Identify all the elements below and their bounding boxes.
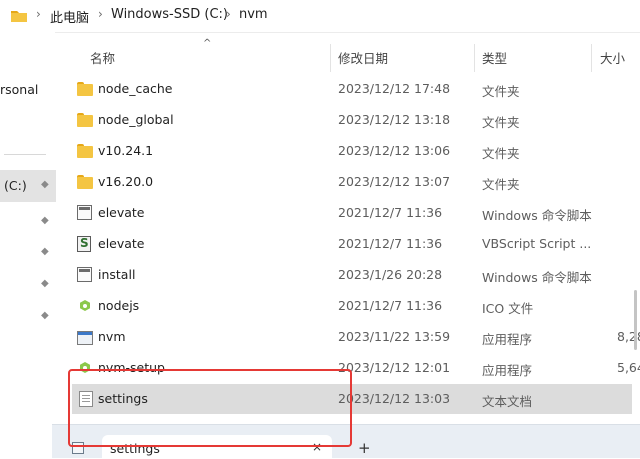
nav-item-drive-c[interactable]: (C:) ◆ xyxy=(0,170,56,202)
column-header-size[interactable]: 大小 xyxy=(600,48,625,67)
address-bar[interactable]: › 此电脑 › Windows-SSD (C:) › nvm xyxy=(0,0,640,33)
file-type: 应用程序 xyxy=(482,332,533,347)
sort-ascending-icon: ^ xyxy=(203,38,212,49)
vbscript-icon xyxy=(77,236,91,252)
column-header-type[interactable]: 类型 xyxy=(482,48,507,67)
chevron-right-icon: › xyxy=(36,7,41,21)
file-date: 2023/12/12 17:48 xyxy=(338,81,451,96)
file-type: 文件夹 xyxy=(482,115,520,130)
file-date: 2021/12/7 11:36 xyxy=(338,236,443,251)
breadcrumb-this-pc[interactable]: 此电脑 xyxy=(50,7,89,26)
file-type: 文件夹 xyxy=(482,177,520,192)
vertical-scrollbar[interactable] xyxy=(634,290,637,350)
file-date: 2023/11/22 13:59 xyxy=(338,329,451,344)
file-name: v10.24.1 xyxy=(98,143,154,158)
nav-drive-label: (C:) xyxy=(4,178,27,193)
file-row[interactable]: install 2023/1/26 20:28 Windows 命令脚本 xyxy=(72,260,632,290)
file-name: node_global xyxy=(98,112,174,127)
file-type: 应用程序 xyxy=(482,363,533,378)
file-row[interactable]: v16.20.0 2023/12/12 13:07 文件夹 xyxy=(72,167,632,197)
file-row[interactable]: node_cache 2023/12/12 17:48 文件夹 xyxy=(72,74,632,104)
file-row[interactable]: elevate 2021/12/7 11:36 VBScript Script … xyxy=(72,229,632,259)
cmd-script-icon xyxy=(77,205,92,220)
cmd-script-icon xyxy=(77,267,92,282)
pin-icon[interactable]: ◆ xyxy=(41,278,49,289)
chevron-right-icon: › xyxy=(226,7,231,21)
column-header-date[interactable]: 修改日期 xyxy=(338,48,388,67)
file-type: 文件夹 xyxy=(482,146,520,161)
file-type: Windows 命令脚本 xyxy=(482,270,592,285)
file-date: 2023/1/26 20:28 xyxy=(338,267,443,282)
pin-icon[interactable]: ◆ xyxy=(41,310,49,321)
file-name: nodejs xyxy=(98,298,140,313)
file-name: node_cache xyxy=(98,81,173,96)
file-date: 2021/12/7 11:36 xyxy=(338,298,443,313)
navigation-pane: rsonal (C:) ◆ ◆ ◆ ◆ ◆ xyxy=(0,32,56,457)
file-type: Windows 命令脚本 xyxy=(482,208,592,223)
file-date: 2023/12/12 12:01 xyxy=(338,360,451,375)
file-date: 2023/12/12 13:18 xyxy=(338,112,451,127)
file-size: 5,64 xyxy=(617,360,640,375)
folder-icon xyxy=(77,143,93,159)
folder-icon xyxy=(77,174,93,190)
file-name: v16.20.0 xyxy=(98,174,154,189)
pin-icon[interactable]: ◆ xyxy=(41,215,49,226)
nav-item-personal[interactable]: rsonal xyxy=(0,82,38,97)
file-row[interactable]: nodejs 2021/12/7 11:36 ICO 文件 xyxy=(72,291,632,321)
file-date: 2021/12/7 11:36 xyxy=(338,205,443,220)
file-type: 文件夹 xyxy=(482,84,520,99)
column-divider[interactable] xyxy=(330,44,331,72)
node-icon xyxy=(77,298,93,314)
file-date: 2023/12/12 13:07 xyxy=(338,174,451,189)
column-divider[interactable] xyxy=(474,44,475,72)
new-tab-button[interactable]: + xyxy=(358,439,371,457)
file-row[interactable]: nvm 2023/11/22 13:59 应用程序 8,28 xyxy=(72,322,640,352)
folder-icon xyxy=(77,81,93,97)
file-row[interactable]: v10.24.1 2023/12/12 13:06 文件夹 xyxy=(72,136,632,166)
file-name: install xyxy=(98,267,136,282)
column-header-name[interactable]: 名称 xyxy=(90,48,115,67)
file-type: ICO 文件 xyxy=(482,301,534,316)
file-type: 文本文档 xyxy=(482,394,533,409)
file-type: VBScript Script ... xyxy=(482,236,592,251)
application-icon xyxy=(77,331,93,345)
pin-icon[interactable]: ◆ xyxy=(41,179,49,190)
highlight-box xyxy=(68,369,352,447)
nav-divider xyxy=(4,154,46,155)
file-date: 2023/12/12 13:06 xyxy=(338,143,451,158)
breadcrumb-drive[interactable]: Windows-SSD (C:) xyxy=(111,7,228,22)
breadcrumb-nvm[interactable]: nvm xyxy=(239,7,268,22)
file-row[interactable]: elevate 2021/12/7 11:36 Windows 命令脚本 xyxy=(72,198,632,228)
folder-icon xyxy=(77,112,93,128)
column-divider[interactable] xyxy=(591,44,592,72)
file-name: nvm xyxy=(98,329,126,344)
folder-icon xyxy=(10,8,28,27)
pin-icon[interactable]: ◆ xyxy=(41,246,49,257)
file-date: 2023/12/12 13:03 xyxy=(338,391,451,406)
file-row[interactable]: node_global 2023/12/12 13:18 文件夹 xyxy=(72,105,632,135)
file-name: elevate xyxy=(98,236,145,251)
chevron-right-icon: › xyxy=(98,7,103,21)
file-name: elevate xyxy=(98,205,145,220)
